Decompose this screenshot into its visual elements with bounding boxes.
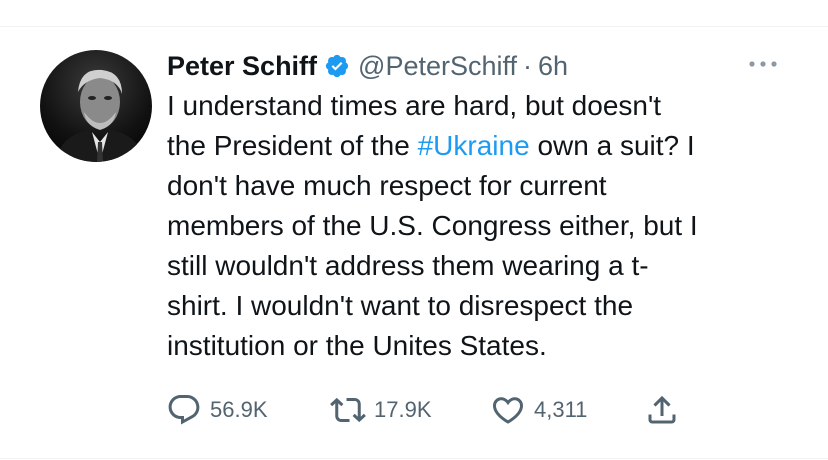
tweet-line: members of the U.S. Congress either, but… — [167, 210, 698, 241]
tweet-line: I understand times are hard, but doesn't — [167, 90, 662, 121]
avatar[interactable] — [40, 50, 152, 162]
top-divider — [0, 26, 828, 27]
like-icon — [490, 392, 526, 428]
like-count: 4,311 — [534, 397, 588, 422]
timestamp[interactable]: 6h — [538, 51, 568, 82]
retweet-button[interactable]: 17.9K — [330, 392, 490, 428]
tweet-line: the President of the #Ukraine own a suit… — [167, 126, 787, 166]
separator-dot: · — [523, 50, 533, 81]
author-name[interactable]: Peter Schiff — [167, 51, 317, 82]
tweet-line: still wouldn't address them wearing a t- — [167, 250, 649, 281]
bottom-divider — [0, 458, 828, 459]
verified-badge-icon — [324, 53, 350, 79]
reply-count: 56.9K — [210, 397, 268, 422]
author-handle[interactable]: @PeterSchiff — [358, 51, 517, 82]
tweet-line: shirt. I wouldn't want to disrespect the — [167, 290, 634, 321]
hashtag-link[interactable]: #Ukraine — [418, 130, 530, 161]
retweet-icon — [330, 392, 366, 428]
reply-icon — [166, 392, 202, 428]
tweet-text-segment: own a suit? I — [529, 130, 695, 161]
retweet-count: 17.9K — [374, 397, 432, 422]
share-button[interactable] — [644, 392, 680, 428]
like-button[interactable]: 4,311 — [490, 392, 644, 428]
tweet-text-segment: the President of the — [167, 130, 418, 161]
reply-button[interactable]: 56.9K — [166, 392, 330, 428]
share-icon — [644, 392, 680, 428]
tweet-line: institution or the Unites States. — [167, 330, 547, 361]
tweet-text: I understand times are hard, but doesn't… — [167, 86, 787, 366]
more-horizontal-icon[interactable] — [746, 56, 780, 72]
tweet-header: Peter Schiff @PeterSchiff · 6h — [167, 46, 568, 86]
tweet-actions: 56.9K 17.9K 4,311 — [166, 392, 680, 428]
tweet-line: don't have much respect for current — [167, 170, 607, 201]
